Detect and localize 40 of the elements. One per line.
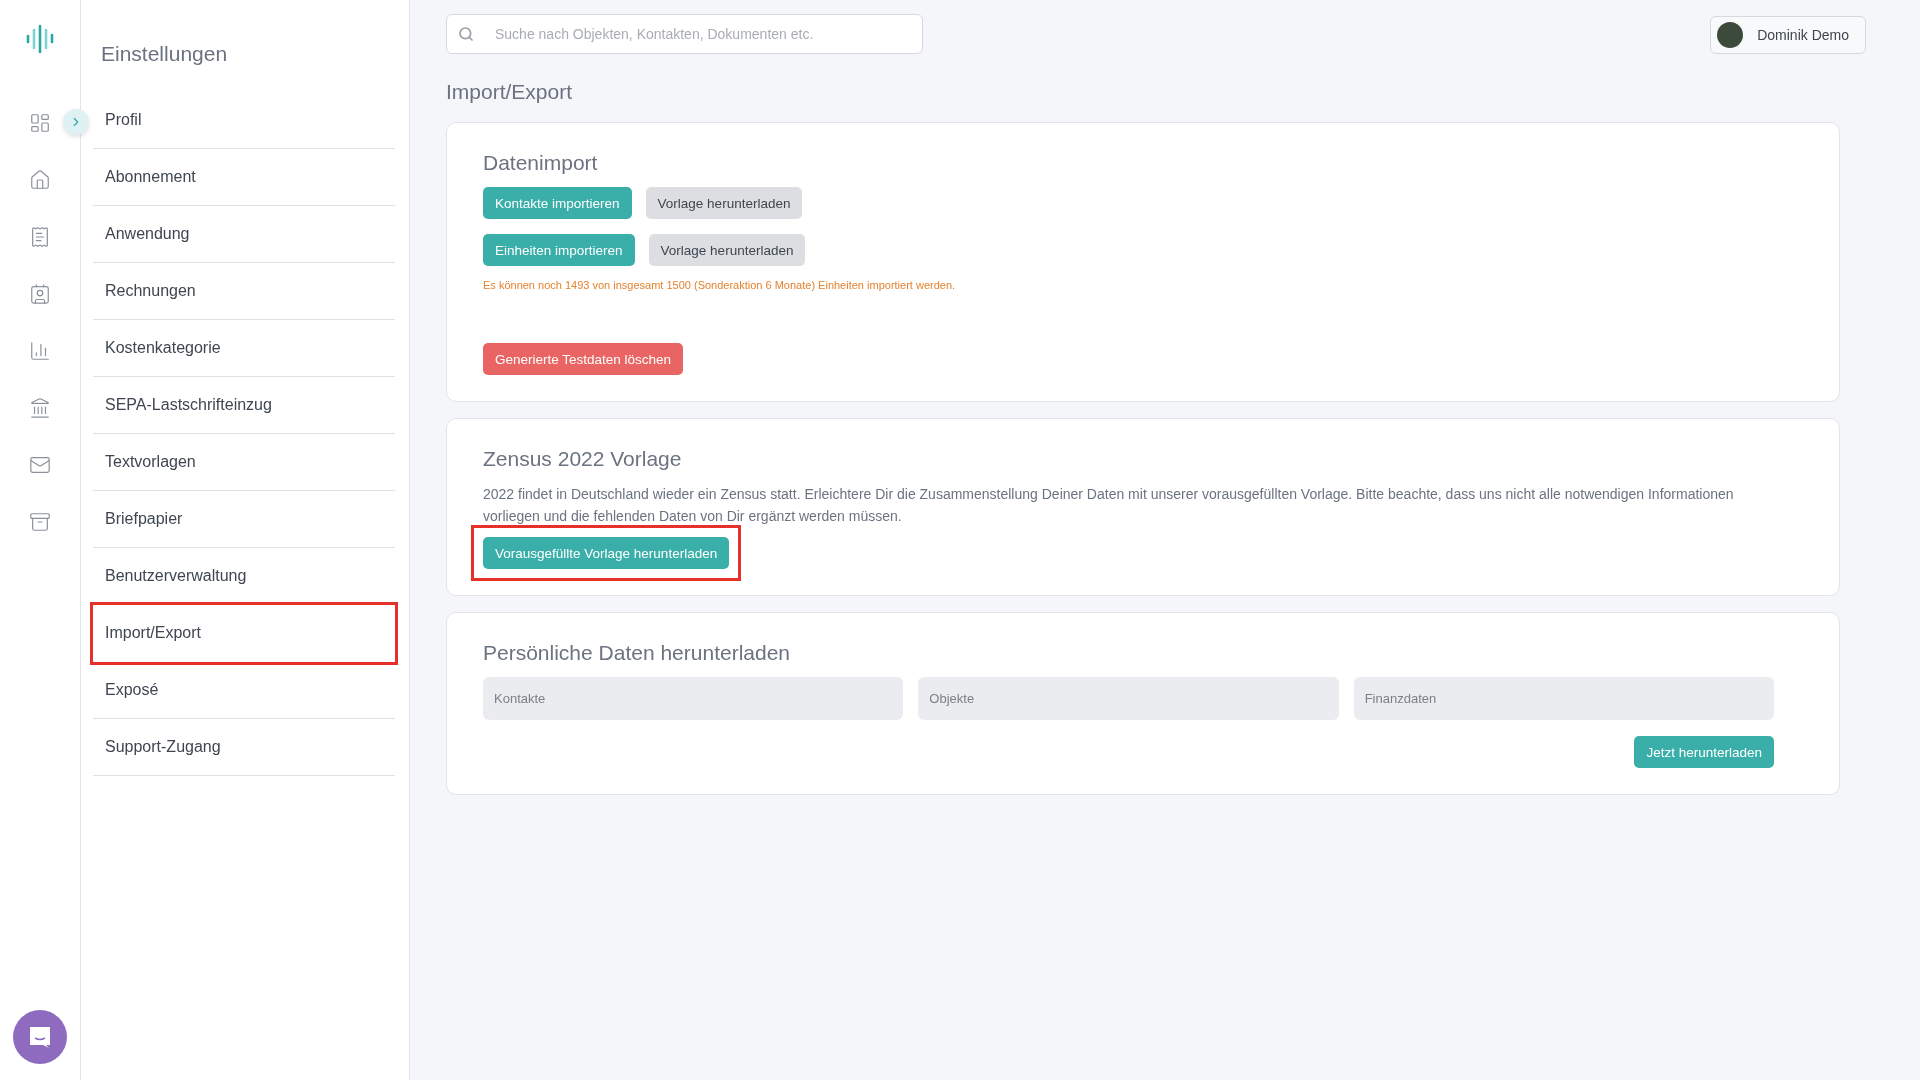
settings-menu-item[interactable]: Import/Export — [93, 605, 395, 662]
page-title: Import/Export — [446, 80, 574, 104]
contact-card-icon[interactable] — [29, 283, 51, 305]
template-download-button[interactable]: Vorlage herunterladen — [648, 234, 806, 266]
data-select-field[interactable]: Objekte — [918, 677, 1339, 720]
bar-chart-icon[interactable] — [29, 340, 51, 362]
logo-icon — [25, 24, 55, 54]
import-limit-notice: Es können noch 1493 von insgesamt 1500 (Sonderaktion 6 Monate) Einheiten importiert werden. — [483, 279, 957, 291]
settings-menu-item[interactable]: Kostenkategorie — [93, 320, 395, 377]
data-select-field[interactable]: Kontakte — [483, 677, 904, 720]
card-title: Persönliche Daten herunterladen — [483, 641, 792, 665]
settings-title: Einstellungen — [100, 42, 229, 66]
settings-menu-item[interactable]: Profil — [93, 92, 395, 149]
settings-menu-item[interactable]: Benutzerverwaltung — [93, 548, 395, 605]
settings-menu-item[interactable]: Exposé — [93, 662, 395, 719]
expand-toggle-button[interactable] — [63, 109, 89, 135]
house-icon[interactable] — [29, 169, 51, 191]
settings-menu-item[interactable]: SEPA-Lastschrifteinzug — [93, 377, 395, 434]
search-icon — [458, 26, 474, 42]
envelope-icon[interactable] — [29, 454, 51, 476]
settings-menu-item[interactable]: Support-Zugang — [93, 719, 395, 776]
data-select-field[interactable]: Finanzdaten — [1353, 677, 1774, 720]
archive-icon[interactable] — [29, 511, 51, 533]
bank-icon[interactable] — [29, 397, 51, 419]
chat-launcher-button[interactable] — [13, 1010, 67, 1064]
census-description: 2022 findet in Deutschland wieder ein Zensus statt. Erleichtere Dir die Zusammenstellung Deiner Daten mit unserer vorausgefüllten Vorlage. Bitte beachte, dass uns nicht alle notwendigen Informationen vorliegen und die fehlenden Daten von Dir ergänzt werden müssen. — [483, 485, 1735, 526]
settings-menu-item[interactable]: Textvorlagen — [93, 434, 395, 491]
dashboard-icon[interactable] — [29, 112, 51, 134]
user-menu-button[interactable]: Dominik Demo — [1710, 16, 1866, 54]
chat-bubble-icon — [27, 1024, 53, 1050]
receipt-icon[interactable] — [29, 226, 51, 248]
settings-menu-item[interactable]: Anwendung — [93, 206, 395, 263]
card-title: Datenimport — [483, 151, 599, 175]
search-field[interactable]: Suche nach Objekten, Kontakten, Dokumenten etc. — [446, 14, 923, 54]
card-title: Zensus 2022 Vorlage — [483, 447, 683, 471]
settings-menu-item[interactable]: Abonnement — [93, 149, 395, 206]
settings-menu-item[interactable]: Briefpapier — [93, 491, 395, 548]
settings-menu-item[interactable]: Rechnungen — [93, 263, 395, 320]
template-download-button[interactable]: Vorlage herunterladen — [645, 187, 803, 219]
avatar — [1717, 22, 1744, 48]
